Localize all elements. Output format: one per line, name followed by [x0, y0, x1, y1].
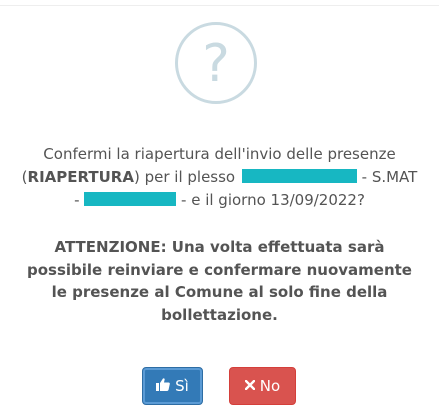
- dialog-top-divider: [0, 5, 439, 6]
- cancel-no-button[interactable]: No: [229, 367, 296, 405]
- message-line-3: - - e il giorno 13/09/2022?: [0, 189, 439, 212]
- message-line-2: (RIAPERTURA) per il plesso - S.MAT: [0, 166, 439, 189]
- message-action-name: RIAPERTURA: [27, 168, 134, 186]
- message-plesso-label: ) per il plesso: [133, 168, 240, 186]
- question-mark-glyph: ?: [202, 34, 230, 94]
- warning-line-4: bollettazione.: [161, 305, 278, 324]
- message-plesso-suffix: - S.MAT: [356, 168, 418, 186]
- yes-button-label: Sì: [175, 377, 189, 395]
- warning-message: ATTENZIONE: Una volta effettuata sarà po…: [0, 236, 439, 326]
- message-dash: -: [74, 191, 85, 209]
- message-line-1: Confermi la riapertura dell'invio delle …: [43, 145, 396, 163]
- warning-line-3: le presenze al Comune al solo fine della: [51, 283, 388, 301]
- no-button-label: No: [259, 377, 281, 395]
- redacted-school-name: [84, 192, 177, 206]
- confirm-yes-button[interactable]: Sì: [142, 367, 203, 405]
- question-mark-icon: ?: [175, 22, 257, 104]
- message-date: - e il giorno 13/09/2022?: [176, 191, 365, 209]
- redacted-plesso-name: [241, 169, 357, 183]
- confirm-message: Confermi la riapertura dell'invio delle …: [0, 143, 439, 212]
- close-icon: [244, 379, 255, 393]
- thumbs-up-icon: [156, 378, 170, 394]
- warning-line-2: possibile reinviare e confermare nuovame…: [27, 260, 412, 279]
- warning-line-1: ATTENZIONE: Una volta effettuata sarà: [54, 238, 385, 256]
